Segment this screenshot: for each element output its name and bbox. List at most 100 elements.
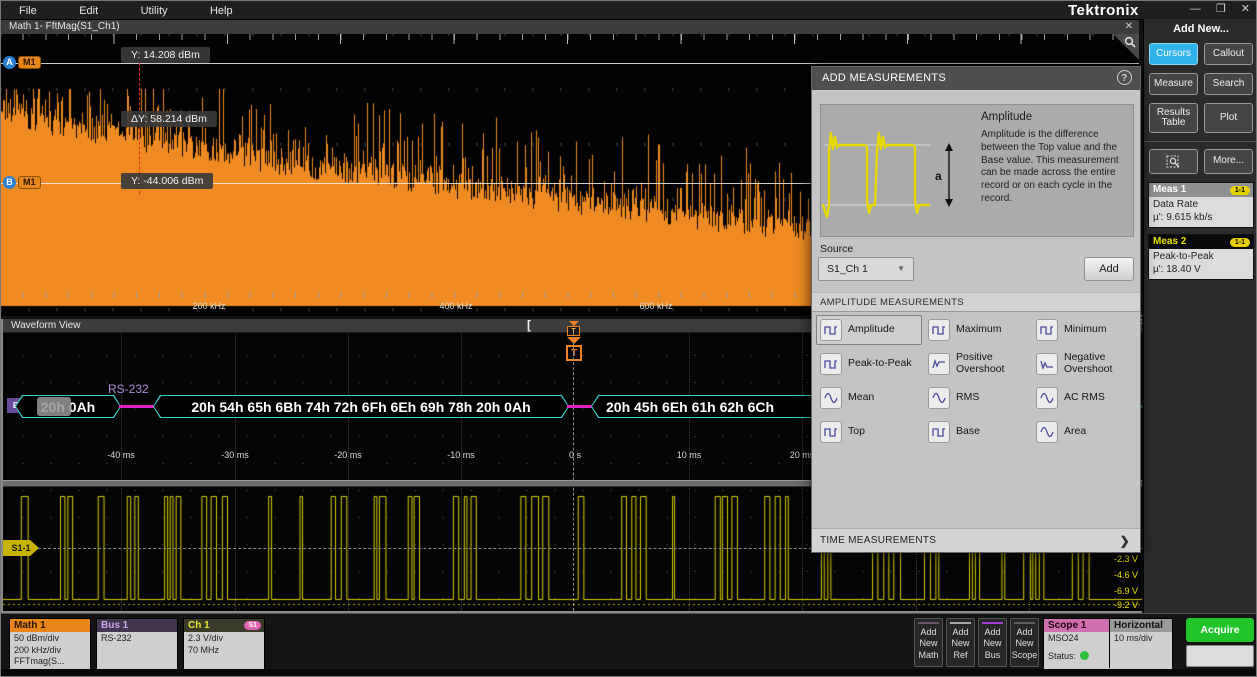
time-tick: -30 ms [221, 450, 249, 460]
meas1-pill: 1-1 [1230, 186, 1250, 195]
time-tick: -40 ms [107, 450, 135, 460]
measure-base[interactable]: Base [924, 417, 1030, 447]
maximum-measure-icon [928, 319, 950, 341]
voltage-tick: -9.2 V [1098, 600, 1138, 610]
horizontal-settings-card[interactable]: Horizontal 10 ms/div [1109, 618, 1173, 668]
add-new-math-button[interactable]: Add New Math [914, 618, 943, 667]
time-tick: -20 ms [334, 450, 362, 460]
measure-positive-overshoot[interactable]: Positive Overshoot [924, 349, 1030, 379]
bus-packet: 20h 54h 65h 6Bh 74h 72h 6Fh 6Eh 69h 78h … [153, 395, 569, 418]
cursor-b-readout: Y: -44.006 dBm [121, 173, 213, 189]
more-button[interactable]: More... [1204, 149, 1253, 174]
arrow-label: a [935, 169, 942, 183]
chevron-right-icon: ❯ [1120, 529, 1130, 553]
meas1-type: Data Rate [1153, 199, 1249, 212]
measure-mean[interactable]: Mean [816, 383, 922, 413]
ac-rms-measure-icon [1036, 387, 1058, 409]
measure-button[interactable]: Measure [1149, 73, 1198, 95]
area-measure-icon [1036, 421, 1058, 443]
bus-idle-segment [567, 405, 593, 408]
cursor-b-handle[interactable]: B M1 [3, 176, 41, 189]
close-icon[interactable]: ✕ [1241, 3, 1250, 15]
restore-icon[interactable]: ❐ [1216, 3, 1226, 15]
zoom-mode-button[interactable] [1149, 149, 1198, 174]
bottom-settings-bar: Math 1 50 dBm/div 200 kHz/div FFTmag(S..… [1, 613, 1257, 670]
cursor-a-handle[interactable]: A M1 [3, 56, 41, 69]
measurement-name: Amplitude [981, 111, 1032, 123]
measure-negative-overshoot[interactable]: Negative Overshoot [1032, 349, 1138, 379]
menu-help[interactable]: Help [210, 5, 233, 17]
bus-protocol-label: RS-232 [108, 382, 149, 396]
measure-minimum[interactable]: Minimum [1032, 315, 1138, 345]
add-new-ref-button[interactable]: Add New Ref [946, 618, 975, 667]
voltage-tick: -4.6 V [1098, 570, 1138, 580]
meas2-pill: 1-1 [1230, 238, 1250, 247]
math1-tag: M1 [18, 176, 41, 189]
plot-button[interactable]: Plot [1204, 103, 1253, 133]
amplitude-section-header: AMPLITUDE MEASUREMENTS [812, 292, 1140, 312]
amplitude-waveform-illustration [821, 105, 933, 236]
measure-area[interactable]: Area [1032, 417, 1138, 447]
help-icon[interactable]: ? [1117, 70, 1132, 85]
menu-edit[interactable]: Edit [79, 5, 98, 17]
menu-file[interactable]: File [19, 5, 37, 17]
time-measurements-expander[interactable]: TIME MEASUREMENTS ❯ [812, 528, 1140, 552]
right-sidebar: Add New... Cursors Callout Measure Searc… [1143, 19, 1257, 613]
minimum-measure-icon [1036, 319, 1058, 341]
s1-pill: S1 [244, 621, 261, 630]
math-window-title: Math 1- FftMag(S1_Ch1) [9, 21, 120, 32]
meas2-badge-card[interactable]: Meas 2 1-1 Peak-to-Peak µ': 18.40 V [1148, 234, 1254, 280]
results-table-button[interactable]: Results Table [1149, 103, 1198, 133]
ch1-settings-card[interactable]: Ch 1 S1 2.3 V/div 70 MHz [183, 618, 265, 668]
zoom-bracket-left[interactable]: [ [527, 319, 531, 332]
measure-maximum[interactable]: Maximum [924, 315, 1030, 345]
acquire-secondary-button[interactable] [1186, 645, 1254, 667]
waveform-view-title: Waveform View [11, 320, 80, 331]
voltage-tick: -6.9 V [1098, 586, 1138, 596]
taskbar-strip [1, 669, 1257, 677]
acquire-button[interactable]: Acquire [1186, 618, 1254, 642]
measure-top[interactable]: Top [816, 417, 922, 447]
math1-settings-card[interactable]: Math 1 50 dBm/div 200 kHz/div FFTmag(S..… [9, 618, 91, 668]
mean-measure-icon [820, 387, 842, 409]
fft-top-major-ticks [1, 34, 1139, 44]
callout-button[interactable]: Callout [1204, 43, 1253, 65]
meas1-badge-card[interactable]: Meas 1 1-1 Data Rate µ': 9.615 kb/s [1148, 182, 1254, 228]
search-button[interactable]: Search [1204, 73, 1253, 95]
menu-utility[interactable]: Utility [141, 5, 168, 17]
minimize-icon[interactable]: — [1190, 3, 1201, 15]
cursor-a-readout: Y: 14.208 dBm [121, 47, 210, 63]
positive-overshoot-measure-icon [928, 353, 950, 375]
source-label: Source [820, 243, 853, 255]
status-green-dot [1080, 651, 1089, 660]
source-select[interactable]: S1_Ch 1 ▼ [818, 257, 914, 281]
meas2-type: Peak-to-Peak [1153, 251, 1249, 264]
measure-ac-rms[interactable]: AC RMS [1032, 383, 1138, 413]
base-measure-icon [928, 421, 950, 443]
amplitude-measure-icon [820, 319, 842, 341]
add-button[interactable]: Add [1084, 257, 1134, 281]
menu-bar: File Edit Utility Help Tektronix — ❐ ✕ [1, 1, 1257, 20]
bus1-settings-card[interactable]: Bus 1 RS-232 [96, 618, 178, 668]
cursor-a-badge: A [3, 56, 16, 69]
meas2-value: µ': 18.40 V [1153, 264, 1249, 277]
measurement-grid: Amplitude Maximum Minimum Peak-to-Peak P… [816, 315, 1138, 447]
add-new-bus-button[interactable]: Add New Bus [978, 618, 1007, 667]
source-value: S1_Ch 1 [827, 263, 868, 275]
add-new-scope-button[interactable]: Add New Scope [1010, 618, 1039, 667]
meas1-value: µ': 9.615 kb/s [1153, 212, 1249, 225]
math-close-icon[interactable]: ✕ [1125, 20, 1133, 34]
zoom-box-icon [1166, 154, 1182, 169]
time-tick: 0 s [569, 450, 581, 460]
measure-rms[interactable]: RMS [924, 383, 1030, 413]
cursor-b-badge: B [3, 176, 16, 189]
math-window-titlebar[interactable]: Math 1- FftMag(S1_Ch1) ✕ [1, 20, 1139, 35]
cursors-button[interactable]: Cursors [1149, 43, 1198, 65]
tooltip-artifact [37, 397, 71, 416]
freq-tick-200k: 200 kHz [192, 301, 225, 311]
cursor-a-line[interactable] [1, 63, 1139, 64]
dialog-titlebar[interactable]: ADD MEASUREMENTS ? [812, 67, 1140, 90]
measure-amplitude[interactable]: Amplitude [816, 315, 922, 345]
measure-peak-to-peak[interactable]: Peak-to-Peak [816, 349, 922, 379]
top-measure-icon [820, 421, 842, 443]
